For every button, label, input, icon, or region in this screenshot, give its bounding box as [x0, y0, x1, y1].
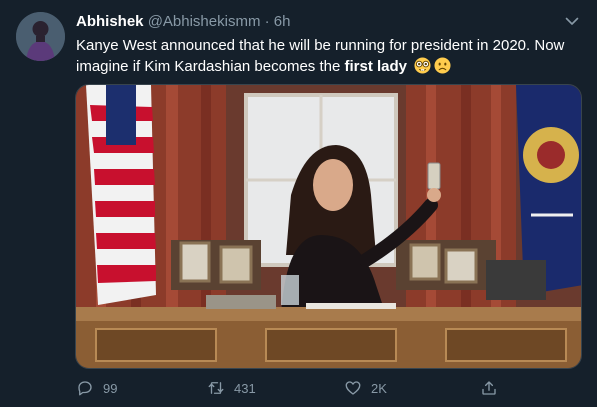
separator-dot: ·	[264, 13, 270, 30]
author-name[interactable]: Abhishek	[76, 13, 144, 30]
tweet-media-photo[interactable]	[75, 84, 582, 369]
retweet-count: 431	[234, 380, 256, 396]
photo-image	[76, 85, 581, 368]
reply-icon	[78, 381, 92, 396]
tweet-text-bold: first lady	[344, 58, 408, 75]
tweet-text: Kanye West announced that he will be run…	[76, 35, 576, 77]
tweet-text-body: Kanye West announced that he will be run…	[76, 37, 565, 75]
reply-count: 99	[103, 380, 118, 396]
avatar[interactable]	[16, 12, 65, 61]
chevron-down-icon	[565, 17, 579, 25]
avatar-image	[16, 12, 65, 61]
tweet-actions: 99 431 2K	[0, 376, 597, 400]
heart-icon	[345, 381, 361, 395]
timestamp[interactable]: 6h	[274, 13, 291, 30]
share-button[interactable]	[480, 376, 498, 400]
more-options-button[interactable]	[563, 12, 581, 30]
frowning-face-emoji-icon	[434, 57, 451, 74]
tweet-header: Abhishek @Abhishekismm · 6h	[76, 13, 290, 31]
retweet-icon	[208, 382, 224, 394]
us-flag	[86, 85, 156, 305]
like-button[interactable]: 2K	[344, 376, 387, 400]
reply-button[interactable]: 99	[76, 376, 117, 400]
retweet-button[interactable]: 431	[207, 376, 256, 400]
nerd-face-emoji-icon	[414, 57, 431, 74]
author-handle[interactable]: @Abhishekismm	[148, 13, 261, 30]
tweet[interactable]: Abhishek @Abhishekismm · 6h Kanye West a…	[0, 0, 597, 407]
like-count: 2K	[371, 380, 387, 396]
share-icon	[482, 381, 496, 395]
